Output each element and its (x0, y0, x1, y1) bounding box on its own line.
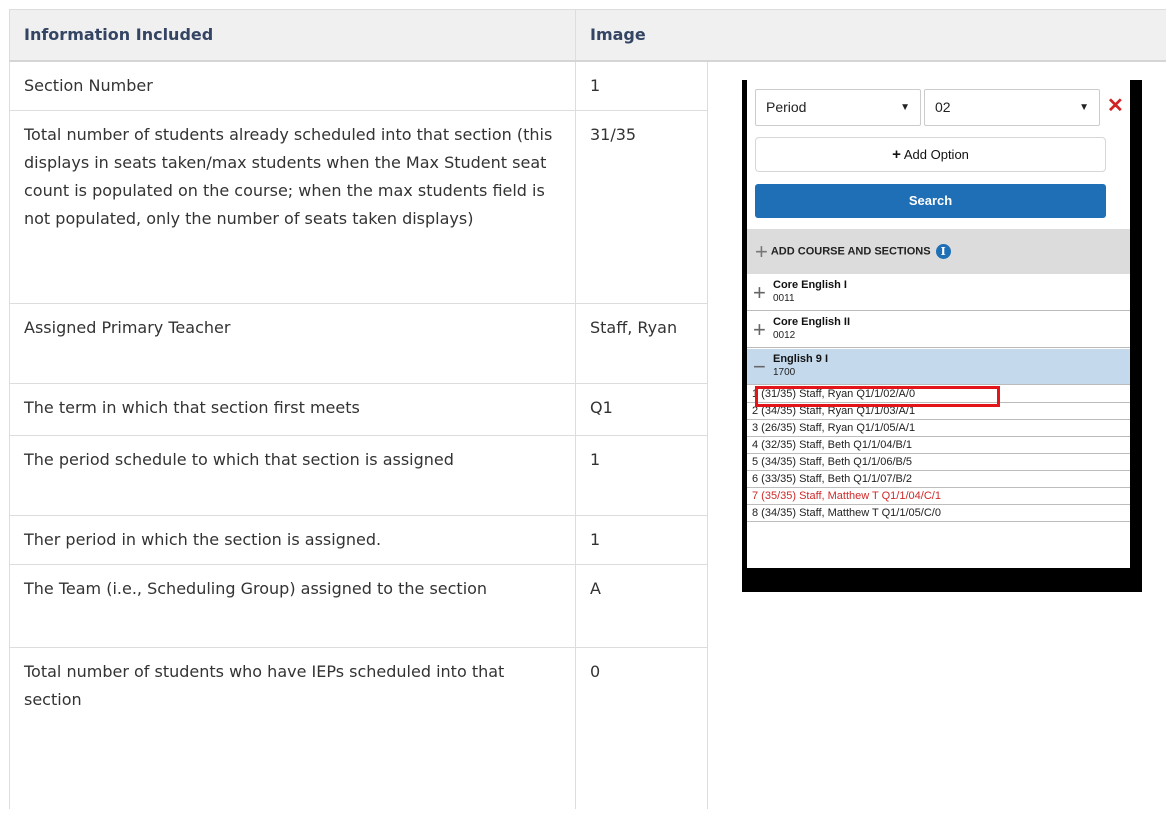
row-value: 1 (575, 514, 708, 565)
close-icon[interactable]: ✕ (1107, 94, 1124, 118)
filter-field-value: Period (766, 99, 807, 115)
section-row[interactable]: 6 (33/35) Staff, Beth Q1/1/07/B/2 (747, 472, 1130, 488)
section-row[interactable]: 4 (32/35) Staff, Beth Q1/1/04/B/1 (747, 438, 1130, 454)
header-image: Image (574, 9, 1166, 62)
row-value: 1 (575, 434, 708, 516)
plus-icon: + (892, 146, 901, 163)
filter-value-select[interactable]: 02 ▼ (924, 89, 1100, 126)
course-name: Core English II (773, 316, 851, 328)
expand-plus-icon: + (753, 280, 766, 305)
course-code: 1700 (773, 367, 796, 378)
row-info: Ther period in which the section is assi… (9, 514, 576, 565)
row-info: Total number of students who have IEPs s… (9, 646, 576, 809)
info-icon[interactable]: i (935, 244, 951, 259)
course-item[interactable]: + Core English II 0012 (747, 312, 1130, 348)
row-value: 0 (575, 646, 708, 809)
course-name: English 9 I (773, 353, 829, 365)
course-code: 0012 (773, 330, 796, 341)
plus-icon: + (755, 239, 768, 264)
section-row[interactable]: 8 (34/35) Staff, Matthew T Q1/1/05/C/0 (747, 506, 1130, 522)
highlight-box (755, 386, 1000, 407)
course-item[interactable]: + Core English I 0011 (747, 275, 1130, 311)
chevron-down-icon: ▼ (900, 102, 910, 113)
section-row[interactable]: 3 (26/35) Staff, Ryan Q1/1/05/A/1 (747, 421, 1130, 437)
screenshot-panel: Period ▼ 02 ▼ ✕ + Add Option Search + ADD … (742, 80, 1142, 592)
header-information-included: Information Included (9, 9, 576, 62)
section-search-panel: Period ▼ 02 ▼ ✕ + Add Option Search + ADD … (747, 80, 1130, 568)
row-value: A (575, 563, 708, 648)
row-value: 31/35 (575, 109, 708, 304)
row-info: Total number of students already schedul… (9, 109, 576, 304)
expand-plus-icon: + (753, 317, 766, 342)
course-code: 0011 (773, 293, 795, 304)
search-button[interactable]: Search (755, 184, 1106, 218)
add-course-label: ADD COURSE AND SECTIONS (770, 245, 931, 258)
filter-field-select[interactable]: Period ▼ (755, 89, 921, 126)
course-item-expanded[interactable]: − English 9 I 1700 (747, 349, 1130, 385)
section-row[interactable]: 5 (34/35) Staff, Beth Q1/1/06/B/5 (747, 455, 1130, 471)
add-course-and-sections[interactable]: + ADD COURSE AND SECTIONS i (747, 229, 1130, 274)
row-info: Section Number (9, 60, 576, 111)
collapse-minus-icon: − (753, 354, 766, 379)
course-name: Core English I (773, 279, 847, 291)
filter-value-text: 02 (935, 99, 951, 115)
row-value: Staff, Ryan (575, 302, 708, 384)
chevron-down-icon: ▼ (1079, 102, 1089, 113)
section-row-full[interactable]: 7 (35/35) Staff, Matthew T Q1/1/04/C/1 (747, 489, 1130, 505)
add-option-label: Add Option (903, 147, 969, 162)
add-option-button[interactable]: + Add Option (755, 137, 1106, 172)
row-info: Assigned Primary Teacher (9, 302, 576, 384)
row-value: 1 (575, 60, 708, 111)
row-info: The term in which that section first mee… (9, 382, 576, 436)
row-info: The period schedule to which that sectio… (9, 434, 576, 516)
row-value: Q1 (575, 382, 708, 436)
row-info: The Team (i.e., Scheduling Group) assign… (9, 563, 576, 648)
